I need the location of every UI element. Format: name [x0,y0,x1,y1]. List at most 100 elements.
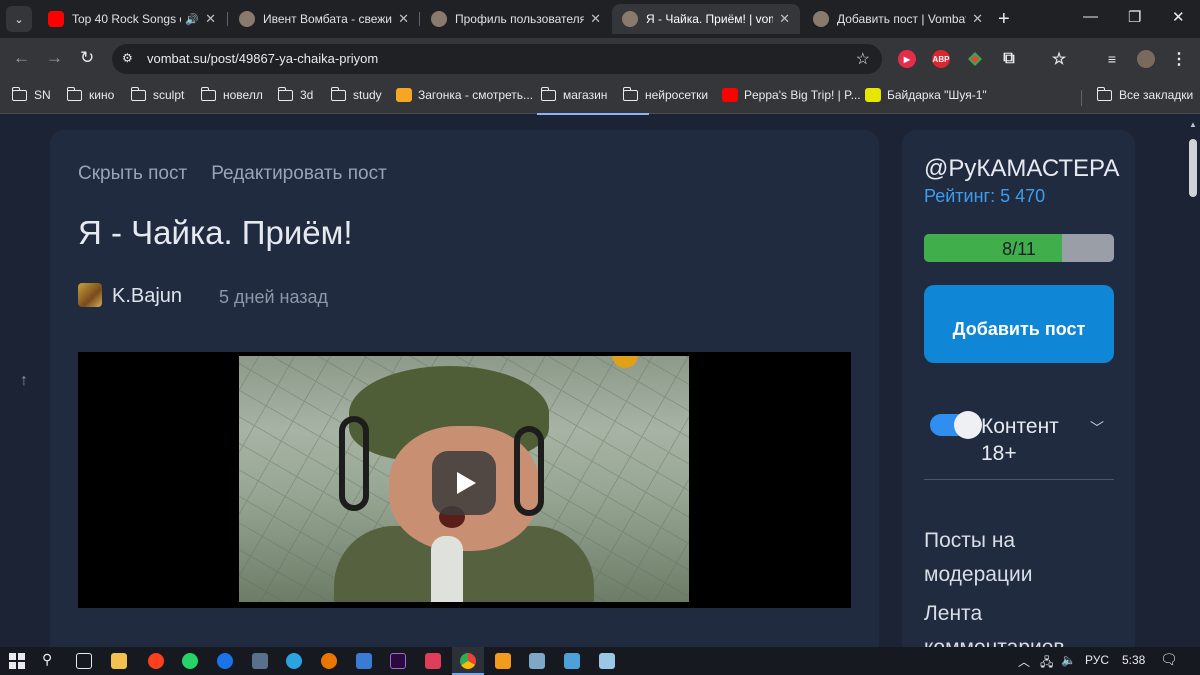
browser-toolbar: ← → ↻ ⚙ vombat.su/post/49867-ya-chaika-p… [0,38,1200,80]
bookmark-sn[interactable]: SN [11,86,51,102]
bookmark-label: Загонка - смотреть... [418,88,534,102]
page-scrollbar[interactable]: ▲ [1186,115,1200,647]
bookmark-sculpt[interactable]: sculpt [130,86,185,102]
bookmark-zagonka[interactable]: Загонка - смотреть... [396,88,533,102]
headphone-left [339,416,369,511]
comments-feed-link[interactable]: Лента комментариев [924,597,1124,647]
bookmarks-separator [1081,90,1082,106]
site-info-icon[interactable]: ⚙ [122,51,138,67]
bookmark-star-icon[interactable]: ☆ [856,49,870,69]
close-tab-icon[interactable]: ✕ [779,11,790,27]
network-icon[interactable]: 🖧 [1040,653,1053,674]
folder-icon [200,86,216,101]
scroll-thumb[interactable] [1189,139,1197,197]
chrome-icon[interactable] [460,653,476,669]
whatsapp-icon[interactable] [182,653,198,669]
scroll-up-arrow-icon[interactable]: ↑ [20,372,28,390]
language-indicator[interactable]: РУС [1085,653,1109,667]
restore-icon[interactable]: ❐ [1128,8,1141,26]
back-icon[interactable]: ← [13,48,30,68]
extensions-puzzle-icon[interactable]: ⧉ [1000,50,1018,68]
wombat-icon [622,11,638,27]
browser-icon[interactable] [217,653,233,669]
menu-icon[interactable]: ⋮ [1170,50,1188,68]
hide-post-link[interactable]: Скрыть пост [78,163,187,185]
blender-icon[interactable] [321,653,337,669]
reload-icon[interactable]: ↻ [80,48,94,68]
author-name[interactable]: K.Bajun [112,285,182,308]
edit-post-link[interactable]: Редактировать пост [211,163,387,185]
bookmark-peppa[interactable]: Peppa's Big Trip! | P... [722,88,861,102]
close-tab-icon[interactable]: ✕ [972,11,983,27]
tab-profile[interactable]: Профиль пользователя ✕ [421,4,611,34]
author-avatar[interactable] [78,283,102,307]
volume-icon[interactable]: 🔈 [1061,653,1076,667]
bookmark-3d[interactable]: 3d [277,86,313,102]
windows-start-icon[interactable] [9,653,25,669]
user-nickname[interactable]: @РуКАМАСТЕРА [924,155,1119,183]
app-icon-2[interactable] [564,653,580,669]
tab-event[interactable]: Ивент Вомбата - свежие ✕ [229,4,419,34]
tab-add-post[interactable]: Добавить пост | Vombat ✕ [803,4,993,34]
chevron-down-icon[interactable]: ﹀ [1090,418,1104,438]
new-tab-button[interactable]: + [998,8,1010,31]
adult-content-toggle[interactable] [930,411,982,439]
tray-overflow-icon[interactable]: ︿ [1018,653,1030,670]
task-view-icon[interactable] [76,653,92,669]
progress-bar: 8/11 [924,234,1114,262]
colorful-extension-icon[interactable] [966,50,984,68]
bookmark-label: Байдарка "Шуя-1" [887,88,987,102]
close-window-icon[interactable]: ✕ [1172,8,1185,26]
telegram-icon[interactable] [286,653,302,669]
forward-icon[interactable]: → [46,48,63,68]
after-effects-icon[interactable] [390,653,406,669]
bookmarks-manager-icon[interactable]: ☆ [1050,50,1068,68]
url-text[interactable]: vombat.su/post/49867-ya-chaika-priyom [147,51,378,66]
tab-current-post[interactable]: Я - Чайка. Приём! | vomb ✕ [612,4,800,34]
bookmark-magazin[interactable]: магазин [540,86,607,102]
close-tab-icon[interactable]: ✕ [590,11,601,27]
minimize-icon[interactable]: — [1083,8,1098,25]
folder-icon [540,86,556,101]
scroll-up-icon[interactable]: ▲ [1189,120,1197,129]
close-tab-icon[interactable]: ✕ [398,11,409,27]
bookmark-neiroseti[interactable]: нейросетки [622,86,708,102]
file-explorer-icon[interactable] [111,653,127,669]
rating-label: Рейтинг: [924,186,996,206]
close-tab-icon[interactable]: ✕ [205,11,216,27]
yandex-browser-icon[interactable] [148,653,164,669]
record-extension-icon[interactable]: ▶ [898,50,916,68]
tab-youtube[interactable]: Top 40 Rock Songs of 🔊 ✕ [38,4,226,34]
post-title[interactable]: Я - Чайка. Приём! [78,214,353,252]
bookmark-label: SN [34,88,51,102]
photos-icon[interactable] [529,653,545,669]
moderation-posts-link[interactable]: Посты на модерации [924,524,1124,592]
add-post-button[interactable]: Добавить пост [924,285,1114,363]
profile-avatar[interactable] [1137,50,1155,68]
bookmark-label: Все закладки [1119,88,1194,102]
bookmark-label: sculpt [153,88,185,102]
user-rating: Рейтинг: 5 470 [924,186,1045,207]
bookmark-novell[interactable]: новелл [200,86,263,102]
windows-taskbar: ⚲ ︿ 🖧 🔈 РУС 5:38 🗨 [0,647,1200,675]
media-control-icon[interactable]: ≡ [1103,50,1121,68]
bookmark-kino[interactable]: кино [66,86,114,102]
address-bar[interactable]: ⚙ vombat.su/post/49867-ya-chaika-priyom … [112,44,882,74]
play-button-icon[interactable] [432,451,496,515]
video-player[interactable] [78,352,851,608]
clock[interactable]: 5:38 [1122,653,1145,667]
notifications-icon[interactable]: 🗨 [1160,651,1178,668]
calculator-icon[interactable] [252,653,268,669]
bookmark-study[interactable]: study [330,86,382,102]
search-icon[interactable]: ⚲ [42,651,58,667]
figma-icon[interactable] [425,653,441,669]
speaker-icon[interactable]: 🔊 [185,13,199,26]
app-icon[interactable] [356,653,372,669]
bookmark-baidarka[interactable]: Байдарка "Шуя-1" [865,88,987,102]
notes-icon[interactable] [599,653,615,669]
tab-title: Top 40 Rock Songs of [72,12,182,26]
app-lightning-icon[interactable] [495,653,511,669]
all-bookmarks[interactable]: Все закладки [1096,86,1194,102]
tab-search-button[interactable]: ⌄ [6,6,32,32]
adblock-icon[interactable]: ABP [932,50,950,68]
